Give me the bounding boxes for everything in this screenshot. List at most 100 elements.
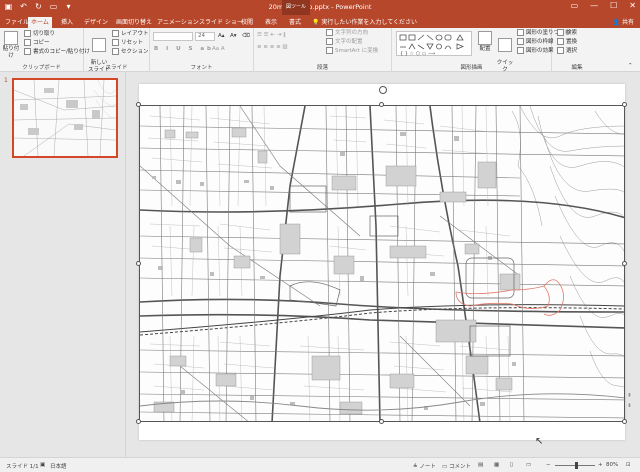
normal-view-icon[interactable]: ▤	[478, 462, 483, 468]
resize-handle-bottom-left[interactable]	[136, 419, 141, 424]
shape-effects-button[interactable]: 図形の効果	[517, 47, 554, 55]
text-direction-button[interactable]: 文字列の方向	[326, 29, 368, 37]
slide-thumbnail[interactable]	[12, 78, 118, 158]
close-button[interactable]: ✕	[629, 1, 636, 10]
resize-handle-top[interactable]	[379, 102, 384, 107]
slide[interactable]	[136, 84, 627, 440]
align-text-button[interactable]: 文字の配置	[326, 38, 363, 46]
resize-handle-top-left[interactable]	[136, 102, 141, 107]
align-icons[interactable]: ≡ ≡ ≡ ≡ ▥	[257, 43, 288, 51]
layout-button[interactable]: レイアウト	[112, 30, 149, 38]
tab-review[interactable]: 校閲	[238, 17, 256, 28]
resize-handle-bottom[interactable]	[379, 419, 384, 424]
map-image[interactable]	[139, 105, 625, 422]
replace-button[interactable]: 置換	[557, 38, 577, 46]
rotate-handle-icon[interactable]	[379, 86, 387, 94]
font-name-combo[interactable]	[153, 32, 193, 41]
maximize-button[interactable]: ☐	[610, 1, 617, 10]
editing-group: 検索 置換 選択 編集	[552, 28, 602, 72]
minimize-button[interactable]: —	[590, 1, 598, 10]
section-button[interactable]: セクション	[112, 48, 149, 56]
shrink-font-icon[interactable]: A▾	[230, 32, 237, 40]
smartart-button[interactable]: SmartArt に変換	[326, 47, 378, 55]
tab-format[interactable]: 書式	[286, 17, 304, 28]
map-drawing	[140, 106, 624, 421]
slide-sorter-icon[interactable]: ▦	[494, 462, 499, 468]
language-indicator[interactable]: 日本語	[50, 462, 67, 470]
grow-font-icon[interactable]: A▴	[218, 32, 225, 40]
slideshow-view-icon[interactable]: ▭	[526, 462, 531, 468]
ribbon: 貼り付け 切り取り コピー 書式のコピー/貼り付け クリップボード 新しい スラ…	[0, 28, 640, 87]
effects-icon	[517, 47, 524, 54]
resize-handle-top-right[interactable]	[622, 102, 627, 107]
slide-indicator: スライド 1/1	[6, 464, 39, 470]
arrange-label: 配置	[479, 46, 491, 52]
find-button[interactable]: 検索	[557, 29, 577, 37]
clear-format-icon[interactable]: ⌫	[242, 32, 250, 40]
resize-handle-bottom-right[interactable]	[622, 419, 627, 424]
tab-insert[interactable]: 挿入	[58, 17, 76, 28]
tab-transitions[interactable]: 画面切り替え	[113, 17, 155, 28]
shapes-gallery-icon: { } ☆ ⬡ ▭ ⟶	[399, 34, 465, 57]
reading-view-icon[interactable]: ▯	[510, 462, 513, 468]
text-direction-label: 文字列の方向	[335, 30, 369, 36]
collapse-ribbon-icon[interactable]: ⌃	[628, 62, 633, 70]
font-size-combo[interactable]: 24	[195, 32, 215, 41]
slide-canvas: ⇞ ⇟	[127, 72, 640, 457]
tell-me-box[interactable]: 💡 実行したい作業を入力してください	[312, 17, 417, 28]
zoom-slider-thumb[interactable]	[575, 462, 578, 469]
spellcheck-icon[interactable]: ▣	[40, 462, 45, 468]
prev-slide-icon[interactable]: ⇞	[627, 392, 632, 400]
fit-to-window-icon[interactable]: ⊡	[626, 462, 631, 468]
resize-handle-right[interactable]	[622, 261, 627, 266]
slide-thumbnail-number: 1	[4, 77, 8, 84]
comments-label: コメント	[448, 464, 471, 470]
tab-view[interactable]: 表示	[262, 17, 280, 28]
tell-me-text: 実行したい作業を入力してください	[321, 19, 418, 26]
format-painter-label: 書式のコピー/貼り付け	[33, 49, 90, 55]
cut-button[interactable]: 切り取り	[24, 30, 55, 38]
reset-button[interactable]: リセット	[112, 39, 143, 47]
magnifier-icon	[557, 29, 564, 36]
picture-tools-label: 図ツール	[282, 0, 310, 15]
paste-button[interactable]: 貼り付け	[2, 31, 20, 60]
text-direction-icon	[326, 29, 333, 36]
arrange-button[interactable]: 配置	[476, 31, 494, 53]
zoom-in-icon[interactable]: +	[598, 462, 603, 468]
copy-button[interactable]: コピー	[24, 39, 50, 47]
zoom-out-icon[interactable]: −	[546, 462, 551, 468]
paste-icon	[4, 31, 18, 45]
shapes-gallery[interactable]: { } ☆ ⬡ ▭ ⟶	[396, 31, 472, 57]
editing-group-label: 編集	[571, 65, 583, 71]
next-slide-icon[interactable]: ⇟	[627, 402, 632, 410]
select-button[interactable]: 選択	[557, 47, 577, 55]
reset-label: リセット	[121, 40, 144, 46]
shape-outline-button[interactable]: 図形の枠線	[517, 38, 554, 46]
ribbon-tabs: ファイル ホーム 挿入 デザイン 画面切り替え アニメーション スライド ショー…	[0, 15, 640, 28]
list-icons[interactable]: ☰ ☰ ⇤ ⇥ ‖	[257, 31, 286, 39]
slides-pane: 1	[0, 72, 126, 457]
copy-icon	[24, 39, 31, 46]
font-color-icon[interactable]: Aa A	[212, 45, 225, 53]
smartart-label: SmartArt に変換	[335, 48, 379, 54]
copy-label: コピー	[33, 40, 50, 46]
tab-home[interactable]: ホーム	[28, 17, 52, 28]
zoom-level[interactable]: 80%	[606, 462, 618, 468]
font-style-icons[interactable]: B I U S ab	[154, 45, 214, 53]
paragraph-group: ☰ ☰ ⇤ ⇥ ‖ ≡ ≡ ≡ ≡ ▥ 文字列の方向 文字の配置 SmartAr…	[254, 28, 392, 72]
share-button[interactable]: 👤 共有	[613, 17, 634, 28]
ribbon-display-icon[interactable]: ▭	[571, 1, 579, 10]
shape-outline-label: 図形の枠線	[526, 39, 554, 45]
section-label: セクション	[121, 49, 149, 55]
comments-button[interactable]: ▭ コメント	[442, 462, 471, 470]
tab-design[interactable]: デザイン	[81, 17, 111, 28]
resize-handle-left[interactable]	[136, 261, 141, 266]
arrange-icon	[478, 31, 492, 45]
slides-group: 新しい スライド レイアウト リセット セクション スライド	[84, 28, 150, 73]
notes-label: ノート	[419, 464, 436, 470]
format-painter-button[interactable]: 書式のコピー/貼り付け	[24, 48, 90, 56]
replace-icon	[557, 38, 564, 45]
tab-animations[interactable]: アニメーション	[154, 17, 202, 28]
reset-icon	[112, 39, 119, 46]
notes-button[interactable]: ≜ ノート	[413, 462, 436, 470]
